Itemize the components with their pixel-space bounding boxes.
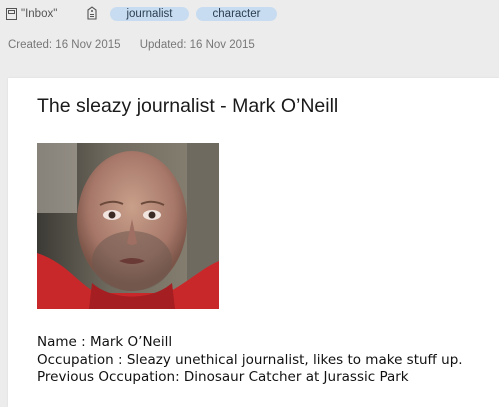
note-editor[interactable]: The sleazy journalist - Mark O’Neill Nam… [8,78,499,407]
updated-date: Updated: 16 Nov 2015 [139,39,255,51]
note-title[interactable]: The sleazy journalist - Mark O’Neill [37,95,338,118]
portrait-photo [37,143,219,309]
notebook-icon [6,8,17,20]
created-date: Created: 16 Nov 2015 [8,39,121,51]
notebook-selector[interactable]: "Inbox" [6,6,57,22]
info-name: Name : Mark O’Neill [37,334,173,350]
note-toolbar: "Inbox" journalist character [0,0,499,28]
tag-icon[interactable] [86,6,98,20]
info-occupation: Occupation : Sleazy unethical journalist… [37,351,463,368]
tag-journalist[interactable]: journalist [110,7,189,21]
notebook-name: "Inbox" [21,8,58,20]
tag-character[interactable]: character [196,7,277,21]
note-metadata: Created: 16 Nov 2015 Updated: 16 Nov 201… [8,39,271,51]
info-previous-occupation: Previous Occupation: Dinosaur Catcher at… [37,369,409,385]
character-info: Name : Mark O’Neill Occupation : Sleazy … [37,334,463,387]
